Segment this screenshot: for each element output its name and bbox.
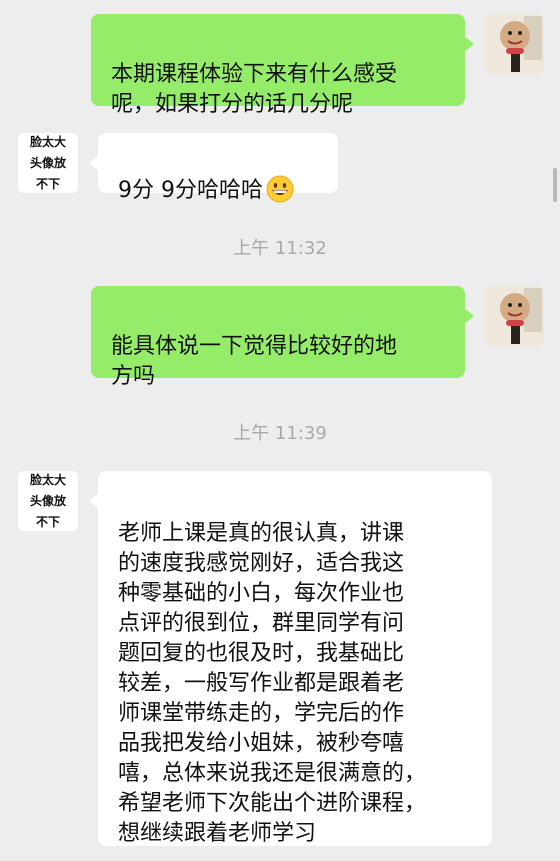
message-bubble-outgoing[interactable]: 本期课程体验下来有什么感受 呢，如果打分的话几分呢 xyxy=(91,14,474,117)
message-text: 9分 9分哈哈哈 xyxy=(118,178,263,203)
cartoon-avatar-icon xyxy=(484,286,544,346)
contact-avatar[interactable]: 脸太大头像放不下 xyxy=(18,133,78,193)
contact-avatar-text: 脸太大头像放不下 xyxy=(29,134,66,191)
message-text: 老师上课是真的很认真，讲课 的速度我感觉刚好，适合我这 种零基础的小白，每次作业… xyxy=(118,521,427,846)
self-avatar[interactable] xyxy=(484,286,544,346)
timestamp: 上午 11:32 xyxy=(233,238,327,259)
contact-avatar-text: 脸太大头像放不下 xyxy=(29,472,66,529)
grinning-face-emoji-icon xyxy=(266,175,294,203)
contact-avatar[interactable]: 脸太大头像放不下 xyxy=(18,471,78,531)
message-text: 能具体说一下觉得比较好的地 方吗 xyxy=(111,334,398,389)
scrollbar[interactable] xyxy=(553,168,557,202)
message-bubble-outgoing[interactable]: 能具体说一下觉得比较好的地 方吗 xyxy=(91,286,474,389)
self-avatar[interactable] xyxy=(484,14,544,74)
timestamp: 上午 11:39 xyxy=(233,423,327,444)
chat-message-list[interactable]: 本期课程体验下来有什么感受 呢，如果打分的话几分呢 脸太大头像放不下 9分 9分… xyxy=(0,0,560,861)
message-bubble-incoming[interactable]: 老师上课是真的很认真，讲课 的速度我感觉刚好，适合我这 种零基础的小白，每次作业… xyxy=(89,471,492,846)
message-text: 本期课程体验下来有什么感受 呢，如果打分的话几分呢 xyxy=(111,62,398,117)
cartoon-avatar-icon xyxy=(484,14,544,74)
message-bubble-incoming[interactable]: 9分 9分哈哈哈 xyxy=(89,133,338,203)
